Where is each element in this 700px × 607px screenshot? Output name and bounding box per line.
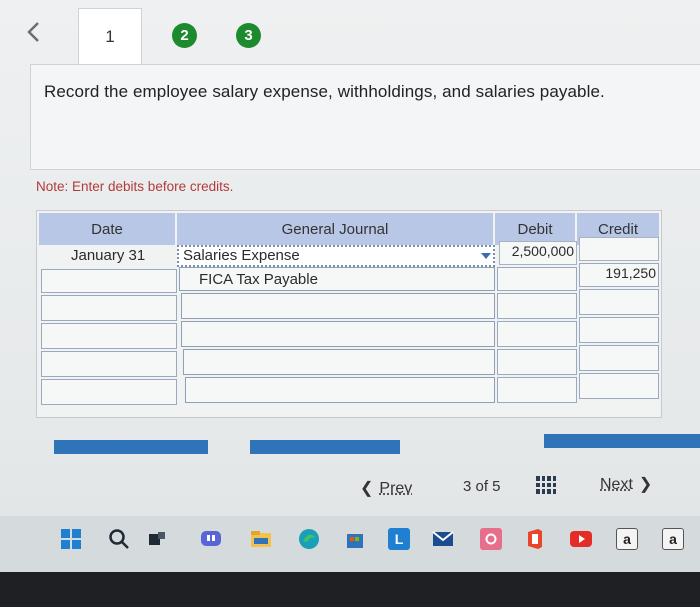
row-6-debit-input[interactable] (497, 377, 577, 403)
header-date: Date (39, 213, 175, 245)
row-1-debit: 2,500,000 (511, 243, 574, 259)
a-app-letter-2: a (669, 531, 677, 547)
question-text: Record the employee salary expense, with… (44, 82, 605, 101)
row-4-date-input[interactable] (41, 323, 177, 349)
row-6-date-input[interactable] (41, 379, 177, 405)
row-5-debit-input[interactable] (497, 349, 577, 375)
youtube-icon[interactable] (570, 528, 592, 550)
journal-table: Date General Journal Debit Credit Januar… (36, 210, 662, 418)
task-view-icon[interactable] (146, 528, 168, 550)
prev-button[interactable]: ❮ Prev (360, 478, 412, 498)
launcher-letter: L (394, 531, 404, 547)
question-panel (30, 64, 700, 170)
row-2-credit: 191,250 (605, 265, 656, 281)
dropdown-arrow-icon[interactable] (481, 253, 491, 259)
chat-icon[interactable] (200, 528, 222, 550)
office-icon[interactable] (524, 528, 546, 550)
search-icon[interactable] (108, 528, 130, 550)
back-chevron-icon[interactable] (24, 20, 48, 44)
chevron-right-icon: ❯ (638, 476, 653, 493)
prev-label: Prev (379, 480, 413, 497)
row-3-date-input[interactable] (41, 295, 177, 321)
a-app-letter: a (623, 531, 631, 547)
chevron-left-icon: ❮ (360, 480, 374, 497)
record-entry-button[interactable] (54, 440, 208, 454)
step-tab-1[interactable]: 1 (78, 8, 142, 64)
launcher-icon[interactable]: L (388, 528, 410, 550)
clear-entry-button[interactable] (250, 440, 400, 454)
next-button[interactable]: Next ❯ (600, 474, 652, 494)
step-2-label: 2 (180, 27, 189, 44)
row-5-credit-input[interactable] (579, 345, 659, 371)
a-app-icon[interactable]: a (616, 528, 638, 550)
edge-icon[interactable] (298, 528, 320, 550)
row-1-date: January 31 (71, 247, 146, 264)
note-text: Note: Enter debits before credits. (36, 179, 234, 194)
screen: 1 2 3 Record the employee salary expense… (0, 0, 700, 607)
row-3-credit-input[interactable] (579, 289, 659, 315)
app-icon[interactable] (480, 528, 502, 550)
row-4-credit-input[interactable] (579, 317, 659, 343)
mail-icon[interactable] (432, 528, 454, 550)
row-4-debit-input[interactable] (497, 321, 577, 347)
step-1-label: 1 (105, 26, 115, 46)
grid-icon[interactable] (536, 476, 556, 494)
bezel (0, 572, 700, 607)
step-3-label: 3 (244, 27, 253, 44)
header-general-journal: General Journal (177, 213, 493, 245)
row-2-account: FICA Tax Payable (199, 271, 318, 288)
page-status: 3 of 5 (463, 478, 501, 495)
row-3-account-select[interactable] (181, 293, 495, 319)
windows-icon[interactable] (60, 528, 82, 550)
row-5-date-input[interactable] (41, 351, 177, 377)
step-tab-2[interactable]: 2 (172, 23, 197, 48)
row-2-debit-input[interactable] (497, 267, 577, 291)
store-icon[interactable] (344, 528, 366, 550)
file-explorer-icon[interactable] (250, 528, 272, 550)
row-1-account: Salaries Expense (183, 247, 300, 264)
row-6-credit-input[interactable] (579, 373, 659, 399)
view-journal-button[interactable] (544, 434, 700, 448)
row-2-date-input[interactable] (41, 269, 177, 293)
row-3-debit-input[interactable] (497, 293, 577, 319)
row-4-account-select[interactable] (181, 321, 495, 347)
row-1-credit-input[interactable] (579, 237, 659, 261)
step-tab-3[interactable]: 3 (236, 23, 261, 48)
a-app-icon-2[interactable]: a (662, 528, 684, 550)
row-6-account-select[interactable] (185, 377, 495, 403)
next-label: Next (600, 476, 633, 493)
row-5-account-select[interactable] (183, 349, 495, 375)
